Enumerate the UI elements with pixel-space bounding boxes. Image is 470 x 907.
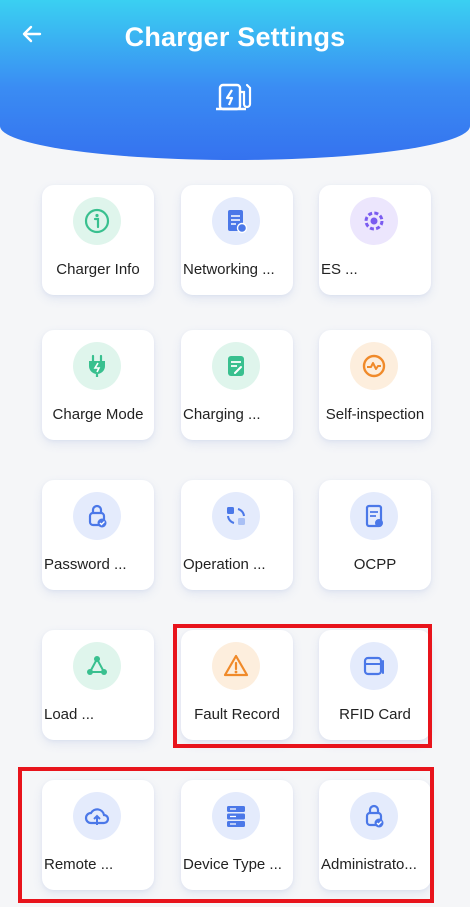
page-title: Charger Settings (124, 22, 346, 52)
document-settings-icon (350, 492, 398, 540)
tile-label: Charge Mode (52, 406, 144, 423)
document-edit-icon (212, 342, 260, 390)
warning-icon (212, 642, 260, 690)
remote-tile[interactable]: Remote ... (42, 780, 154, 890)
pulse-check-icon (350, 342, 398, 390)
tile-label: Operation ... (183, 556, 266, 573)
card-icon (350, 642, 398, 690)
tile-label: OCPP (353, 556, 397, 573)
password-tile[interactable]: Password ... (42, 480, 154, 590)
tile-label: Charging ... (183, 406, 261, 423)
charger-info-tile[interactable]: Charger Info (42, 185, 154, 295)
rfid-card-tile[interactable]: RFID Card (319, 630, 431, 740)
server-icon (212, 792, 260, 840)
tile-label: Remote ... (44, 856, 114, 873)
info-icon (73, 197, 121, 245)
tile-label: Device Type ... (183, 856, 282, 873)
operation-tile[interactable]: Operation ... (181, 480, 293, 590)
charging-tile[interactable]: Charging ... (181, 330, 293, 440)
ocpp-tile[interactable]: OCPP (319, 480, 431, 590)
charge-mode-tile[interactable]: Charge Mode (42, 330, 154, 440)
sync-icon (212, 492, 260, 540)
lock-shield-icon (73, 492, 121, 540)
tile-label: Networking ... (183, 261, 275, 278)
fault-record-tile[interactable]: Fault Record (181, 630, 293, 740)
tile-label: RFID Card (339, 706, 411, 723)
header: Charger Settings (0, 0, 470, 160)
charger-station-icon (216, 83, 252, 111)
tile-label: Self-inspection (325, 406, 425, 423)
tile-label: Charger Info (56, 261, 140, 278)
gear-icon (350, 197, 398, 245)
tile-label: Password ... (44, 556, 127, 573)
tile-label: ES ... (321, 261, 358, 278)
admin-lock-icon (350, 792, 398, 840)
networking-tile[interactable]: Networking ... (181, 185, 293, 295)
device-type-tile[interactable]: Device Type ... (181, 780, 293, 890)
network-settings-icon (212, 197, 260, 245)
es-tile[interactable]: ES ... (319, 185, 431, 295)
cloud-upload-icon (73, 792, 121, 840)
plug-icon (73, 342, 121, 390)
tile-label: Administrato... (321, 856, 417, 873)
administrator-tile[interactable]: Administrato... (319, 780, 431, 890)
tile-label: Load ... (44, 706, 95, 723)
share-nodes-icon (73, 642, 121, 690)
load-tile[interactable]: Load ... (42, 630, 154, 740)
self-inspection-tile[interactable]: Self-inspection (319, 330, 431, 440)
tile-label: Fault Record (194, 706, 280, 723)
